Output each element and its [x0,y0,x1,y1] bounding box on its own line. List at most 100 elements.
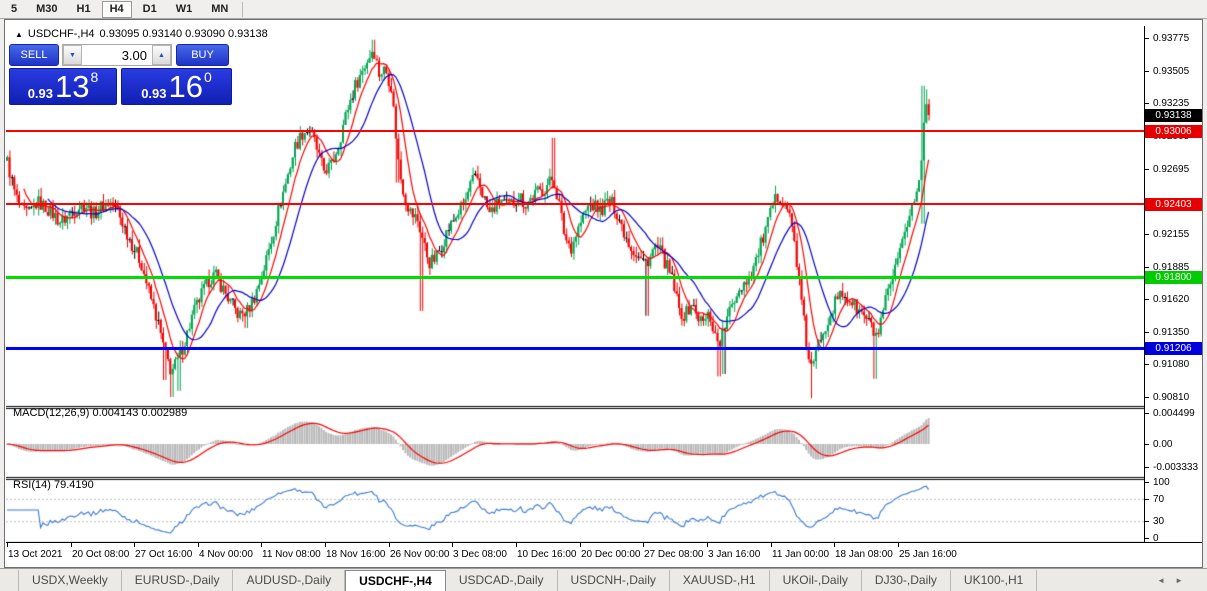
time-tick [771,543,772,547]
buy-price-pip: 0 [204,71,212,83]
volume-increase-button[interactable]: ▲ [152,45,171,65]
sell-price-main: 13 [55,73,89,101]
time-tick [516,543,517,547]
chart-tab-dj30[interactable]: DJ30-,Daily [862,570,951,591]
current-price-badge: 0.93138 [1145,109,1202,122]
chart-tab-uk100[interactable]: UK100-,H1 [951,570,1037,591]
sell-price-pip: 8 [91,71,99,83]
price-tick-label: 0.91080 [1153,359,1189,370]
price-tick [1145,38,1149,39]
macd-axis-label: 0.004499 [1153,408,1195,419]
time-tick [580,543,581,547]
time-axis-separator [6,542,1202,543]
timeframe-button-h4[interactable]: H4 [102,1,132,18]
chart-tab-usdcad[interactable]: USDCAD-,Daily [446,570,558,591]
ohlc-values: 0.93095 0.93140 0.93090 0.93138 [100,28,268,40]
time-tick [134,543,135,547]
chart-window: ▲ USDCHF-,H4 0.93095 0.93140 0.93090 0.9… [4,19,1203,568]
rsi-axis-label: 70 [1153,494,1164,505]
volume-spinner: ▼ ▲ [62,44,172,66]
chart-tab-ukoil[interactable]: UKOil-,Daily [770,570,862,591]
time-tick [643,543,644,547]
price-tick [1145,267,1149,268]
macd-axis-label: -0.003333 [1153,462,1198,473]
timeframe-button-w1[interactable]: W1 [168,1,201,18]
time-tick-label: 20 Dec 00:00 [581,549,641,560]
time-tick-label: 13 Oct 2021 [8,549,62,560]
buy-button[interactable]: BUY [176,44,229,66]
price-tick-label: 0.92695 [1153,164,1189,175]
chart-tab-audusd[interactable]: AUDUSD-,Daily [233,570,345,591]
time-tick [325,543,326,547]
chart-title: ▲ USDCHF-,H4 0.93095 0.93140 0.93090 0.9… [15,28,268,40]
price-tick [1145,103,1149,104]
price-tick [1145,234,1149,235]
time-tick [389,543,390,547]
support-2-badge: 0.91206 [1145,342,1202,355]
timeframe-button-mn[interactable]: MN [203,1,236,18]
price-tick [1145,332,1149,333]
macd-axis-tick [1145,444,1149,445]
price-tick [1145,71,1149,72]
time-tick-label: 4 Nov 00:00 [199,549,253,560]
timeframe-button-5[interactable]: 5 [3,1,25,18]
time-tick [198,543,199,547]
rsi-axis-tick [1145,482,1149,483]
price-tick-label: 0.90810 [1153,392,1189,403]
chart-tab-xauusd[interactable]: XAUUSD-,H1 [670,570,770,591]
time-tick [452,543,453,547]
time-tick-label: 3 Dec 08:00 [453,549,507,560]
timeframe-button-h1[interactable]: H1 [69,1,99,18]
time-tick-label: 25 Jan 16:00 [899,549,957,560]
chart-tab-usdx[interactable]: USDX,Weekly [18,570,122,591]
tab-scroll-left-icon[interactable]: ◄ [1157,576,1175,585]
buy-price-prefix: 0.93 [141,86,166,101]
time-tick [261,543,262,547]
price-tick [1145,169,1149,170]
sell-button[interactable]: SELL [9,44,59,66]
macd-label: MACD(12,26,9) 0.004143 0.002989 [13,407,187,419]
time-tick-label: 10 Dec 16:00 [517,549,577,560]
price-tick [1145,299,1149,300]
volume-decrease-button[interactable]: ▼ [63,45,82,65]
rsi-axis-label: 100 [1153,477,1170,488]
chart-tab-usdcnh[interactable]: USDCNH-,Daily [558,570,670,591]
timeframe-toolbar: 5M30H1H4D1W1MN [0,0,1207,19]
hline-0.92403[interactable] [6,203,1144,205]
collapse-triangle-icon[interactable]: ▲ [15,30,23,39]
sell-price-display[interactable]: 0.93 13 8 [9,68,117,105]
time-tick-label: 3 Jan 16:00 [708,549,760,560]
hline-0.91800[interactable] [6,276,1144,279]
price-tick [1145,364,1149,365]
price-tick-label: 0.91350 [1153,327,1189,338]
buy-price-main: 16 [169,73,203,101]
chart-tab-usdchf[interactable]: USDCHF-,H4 [345,570,446,591]
chart-tab-eurusd[interactable]: EURUSD-,Daily [122,570,234,591]
price-tick-label: 0.92155 [1153,229,1189,240]
buy-price-display[interactable]: 0.93 16 0 [121,68,232,105]
rsi-label: RSI(14) 79.4190 [13,479,94,491]
volume-input[interactable] [82,45,152,65]
time-tick [7,543,8,547]
timeframe-button-m30[interactable]: M30 [28,1,65,18]
support-1-badge: 0.91800 [1145,271,1202,284]
time-tick-label: 26 Nov 00:00 [390,549,450,560]
resistance-2-badge: 0.92403 [1145,198,1202,211]
time-tick [707,543,708,547]
macd-axis-tick [1145,467,1149,468]
time-tick-label: 11 Jan 00:00 [772,549,829,560]
rsi-axis-tick [1145,521,1149,522]
chart-tab-bar: USDX,WeeklyEURUSD-,DailyAUDUSD-,DailyUSD… [0,568,1207,591]
rsi-axis-label: 30 [1153,516,1164,527]
resistance-1-badge: 0.93006 [1145,125,1202,138]
macd-axis-label: 0.00 [1153,439,1172,450]
time-tick [71,543,72,547]
price-tick-label: 0.93505 [1153,66,1189,77]
rsi-axis-label: 0 [1153,533,1159,544]
hline-0.91206[interactable] [6,347,1144,350]
tab-scroll-right-icon[interactable]: ► [1175,576,1193,585]
time-tick-label: 27 Dec 08:00 [644,549,704,560]
tab-scroll-buttons: ◄► [1157,576,1193,585]
timeframe-button-d1[interactable]: D1 [135,1,165,18]
hline-0.93006[interactable] [6,130,1144,132]
